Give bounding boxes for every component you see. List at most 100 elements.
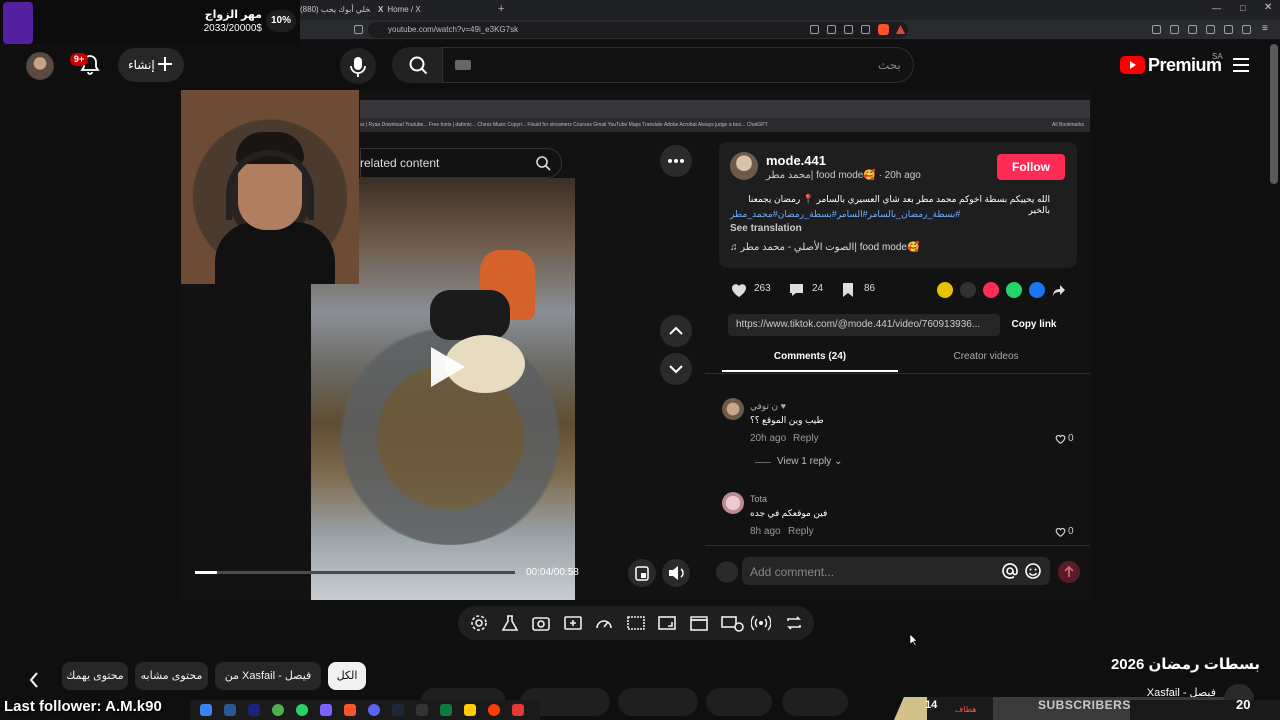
caption-add-icon[interactable] [563,613,583,633]
wallet-icon[interactable] [1206,25,1215,34]
commenter-avatar[interactable] [722,492,744,514]
taskbar-folder-icon[interactable] [464,704,476,716]
browser-menu-icon[interactable]: ≡ [1262,23,1268,34]
taskbar-app-icon[interactable] [200,704,212,716]
download-pill[interactable] [782,688,848,716]
previous-video-button[interactable] [660,315,692,347]
live-icon[interactable] [751,613,771,633]
send-to-friend-icon[interactable] [983,282,999,298]
follow-button[interactable]: Follow [997,154,1065,180]
send-comment-button[interactable] [1058,561,1080,583]
browser-tab-youtube[interactable]: (880) كيف تخلي أبوك يحب [300,2,370,18]
chip-all[interactable]: الكل [328,662,366,690]
play-icon[interactable] [427,345,467,389]
copy-link-button[interactable]: Copy link [1000,314,1068,336]
recommended-video-title[interactable]: بسطات رمضان 2026 [1100,655,1260,673]
download-icon[interactable] [1242,25,1251,34]
account-avatar[interactable] [26,52,54,80]
taskbar-app-icon[interactable] [488,704,500,716]
screenshot-icon[interactable] [531,613,551,633]
mention-icon[interactable] [1002,563,1018,579]
view-replies-button[interactable]: View 1 reply ⌄ [777,456,842,467]
video-progress-bar[interactable] [195,571,515,574]
creator-name[interactable]: mode.441 [766,153,826,168]
bookmark-icon[interactable] [354,25,363,34]
comment-icon[interactable] [788,282,805,298]
volume-button[interactable] [662,559,690,587]
sidebar-icon[interactable] [1188,25,1197,34]
clapper-icon[interactable] [689,613,709,633]
speed-icon[interactable] [594,613,614,633]
window-close-icon[interactable]: ✕ [1264,2,1272,13]
tab-comments[interactable]: Comments (24) [722,351,898,362]
chip-similar[interactable]: محتوى مشابه [135,662,208,690]
settings-icon[interactable] [469,613,489,633]
picture-in-picture-button[interactable] [628,559,656,587]
next-video-button[interactable] [660,353,692,385]
voice-search-button[interactable] [340,48,376,84]
visible-icon[interactable] [720,613,746,633]
page-scrollbar[interactable] [1270,44,1278,184]
taskbar-obs-icon[interactable] [416,704,428,716]
chip-recommended[interactable]: محتوى يهمك [62,662,128,690]
tiktok-search-icon[interactable] [535,155,551,171]
repost-icon[interactable] [937,282,953,298]
share-page-icon[interactable] [861,25,870,34]
search-button[interactable] [392,47,442,83]
creator-avatar[interactable] [730,152,758,180]
chips-scroll-left-button[interactable] [24,668,44,692]
brave-shield-icon[interactable] [878,24,889,35]
taskbar-app-icon[interactable] [512,704,524,716]
like-icon[interactable] [730,282,748,298]
zoom-icon[interactable] [827,25,836,34]
video-link-field[interactable]: https://www.tiktok.com/@mode.441/video/7… [728,314,1000,336]
subtitles-icon[interactable] [626,613,646,633]
keyboard-icon[interactable] [455,60,471,70]
remix-pill[interactable] [618,688,698,716]
taskbar-excel-icon[interactable] [440,704,452,716]
window-minimize-icon[interactable]: — [1212,3,1221,13]
taskbar-premiere-icon[interactable] [248,704,260,716]
bookmark-save-icon[interactable] [842,282,854,298]
taskbar-chrome-icon[interactable] [272,704,284,716]
commenter-name[interactable]: Tota [750,494,767,504]
extensions-icon[interactable] [1170,25,1179,34]
taskbar-steam-icon[interactable] [392,704,404,716]
theater-icon[interactable] [657,613,677,633]
save-pill[interactable] [706,688,772,716]
comment-like-icon[interactable] [1055,527,1066,537]
taskbar-app-icon[interactable] [224,704,236,716]
install-icon[interactable] [844,25,853,34]
emoji-icon[interactable] [1025,563,1041,579]
comment-like-icon[interactable] [1055,434,1066,444]
translate-icon[interactable] [810,25,819,34]
reply-button[interactable]: Reply [793,433,819,444]
guide-menu-icon[interactable] [1232,56,1250,74]
taskbar-app-icon[interactable] [320,704,332,716]
more-options-button[interactable] [660,145,692,177]
extension-icon[interactable] [1152,25,1161,34]
lab-icon[interactable] [500,613,520,633]
youtube-logo-icon[interactable] [1120,56,1145,74]
search-input[interactable] [442,47,914,83]
see-translation-link[interactable]: See translation [730,223,802,234]
new-tab-button[interactable]: + [498,3,504,15]
window-maximize-icon[interactable]: □ [1240,3,1245,13]
loop-icon[interactable] [784,613,804,633]
taskbar-brave-icon[interactable] [344,704,356,716]
music-label[interactable]: ♫ الصوت الأصلي - محمد مطر| food mode🥰 [730,242,919,253]
commenter-avatar[interactable] [722,398,744,420]
facebook-icon[interactable] [1029,282,1045,298]
commenter-name[interactable]: ن توفي ♥ [750,401,786,412]
taskbar-whatsapp-icon[interactable] [296,704,308,716]
chip-from-channel[interactable]: من Xasfail - فيصل [215,662,321,690]
youtube-premium-logo[interactable]: Premium [1148,55,1222,76]
video-hashtags[interactable]: #بسطة_رمضان_بالسامر#السامر#بسطة_رمضان#مح… [730,209,1050,220]
embed-icon[interactable] [960,282,976,298]
tab-creator-videos[interactable]: Creator videos [898,351,1074,362]
whatsapp-icon[interactable] [1006,282,1022,298]
vpn-icon[interactable] [1224,25,1233,34]
taskbar-discord-icon[interactable] [368,704,380,716]
share-arrow-icon[interactable] [1052,283,1066,297]
reply-button[interactable]: Reply [788,526,814,537]
